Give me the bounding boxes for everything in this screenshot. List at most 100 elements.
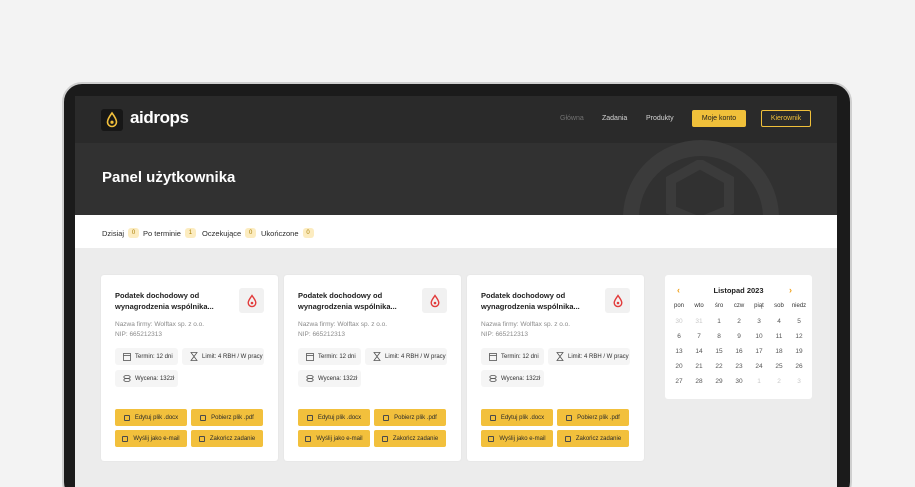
mail-icon: [488, 435, 495, 442]
calendar-day[interactable]: 29: [709, 376, 729, 387]
calendar-day[interactable]: 16: [729, 346, 749, 357]
calendar-day[interactable]: 2: [769, 376, 789, 387]
deadline-text: Termin: 12 dni: [135, 353, 173, 360]
drop-icon[interactable]: [101, 109, 123, 131]
download-icon: [200, 414, 207, 421]
edit-icon: [123, 414, 130, 421]
filter-pending[interactable]: Oczekujące 0: [202, 228, 257, 238]
calendar-weekday: czw: [733, 303, 745, 309]
edit-icon: [306, 414, 313, 421]
my-account-button[interactable]: Moje konto: [692, 110, 746, 127]
nav-link-products[interactable]: Produkty: [646, 115, 674, 122]
calendar-day[interactable]: 27: [669, 376, 689, 387]
limit-text: Limit: 4 RBH / W pracy: [202, 353, 263, 360]
task-title[interactable]: Podatek dochodowy od wynagrodzenia wspól…: [481, 290, 601, 312]
download-pdf-button[interactable]: Pobierz plik .pdf: [557, 409, 629, 426]
calendar-day[interactable]: 30: [669, 316, 689, 327]
calendar-weekday: niedz: [791, 303, 807, 309]
calendar-day[interactable]: 1: [709, 316, 729, 327]
calendar-month-title: Listopad 2023: [713, 286, 764, 295]
nav-link-tasks[interactable]: Zadania: [602, 115, 627, 122]
calendar-day[interactable]: 24: [749, 361, 769, 372]
calendar-day[interactable]: 9: [729, 331, 749, 342]
drop-icon: [422, 288, 447, 313]
check-icon: [198, 435, 205, 442]
button-label: Zakończ zadanie: [575, 435, 622, 442]
calendar-day[interactable]: 28: [689, 376, 709, 387]
calendar-day[interactable]: 15: [709, 346, 729, 357]
chevron-left-icon[interactable]: ‹: [677, 285, 680, 295]
page-title: Panel użytkownika: [102, 169, 236, 186]
calendar-day[interactable]: 19: [789, 346, 809, 357]
calendar-day[interactable]: 10: [749, 331, 769, 342]
company-nip: NIP: 665212313: [298, 331, 345, 338]
edit-icon: [489, 414, 496, 421]
calendar-day[interactable]: 31: [689, 316, 709, 327]
nav-link-home[interactable]: Główna: [560, 115, 584, 122]
calendar-day[interactable]: 1: [749, 376, 769, 387]
button-label: Wyślij jako e-mail: [499, 435, 546, 442]
calendar-day[interactable]: 2: [729, 316, 749, 327]
calendar-day[interactable]: 12: [789, 331, 809, 342]
company-nip: NIP: 665212313: [115, 331, 162, 338]
coins-icon: [489, 374, 497, 383]
calendar-day[interactable]: 17: [749, 346, 769, 357]
limit-text: Limit: 4 RBH / W pracy: [385, 353, 446, 360]
deadline-tag: Termin: 12 dni: [298, 348, 361, 365]
mail-icon: [122, 435, 129, 442]
button-label: Wyślij jako e-mail: [316, 435, 363, 442]
calendar-day[interactable]: 18: [769, 346, 789, 357]
download-pdf-button[interactable]: Pobierz plik .pdf: [374, 409, 446, 426]
calendar-day[interactable]: 26: [789, 361, 809, 372]
calendar-day[interactable]: 8: [709, 331, 729, 342]
calendar-weekday: śro: [714, 303, 724, 309]
send-email-button[interactable]: Wyślij jako e-mail: [481, 430, 553, 447]
task-card: Podatek dochodowy od wynagrodzenia wspól…: [101, 275, 278, 461]
calendar-day[interactable]: 5: [789, 316, 809, 327]
filter-overdue[interactable]: Po terminie 1: [143, 228, 196, 238]
hero-header: aidrops Główna Zadania Produkty Moje kon…: [75, 96, 837, 215]
drop-icon: [605, 288, 630, 313]
filter-label: Oczekujące: [202, 228, 242, 238]
calendar-day[interactable]: 14: [689, 346, 709, 357]
filter-today[interactable]: Dzisiaj 0: [102, 228, 140, 238]
task-title[interactable]: Podatek dochodowy od wynagrodzenia wspól…: [298, 290, 418, 312]
calendar-day[interactable]: 7: [689, 331, 709, 342]
edit-docx-button[interactable]: Edytuj plik .docx: [481, 409, 553, 426]
finish-task-button[interactable]: Zakończ zadanie: [557, 430, 629, 447]
calendar-day[interactable]: 21: [689, 361, 709, 372]
calendar-day[interactable]: 13: [669, 346, 689, 357]
calendar-weekday: sob: [774, 303, 784, 309]
filter-completed[interactable]: Ukończone 0: [261, 228, 314, 238]
hexagon-decoration: [666, 160, 734, 215]
edit-docx-button[interactable]: Edytuj plik .docx: [298, 409, 370, 426]
valuation-tag: Wycena: 132zł: [115, 370, 178, 387]
calendar-day[interactable]: 4: [769, 316, 789, 327]
app-screen: aidrops Główna Zadania Produkty Moje kon…: [75, 96, 837, 487]
button-label: Edytuj plik .docx: [134, 414, 179, 421]
calendar-day[interactable]: 30: [729, 376, 749, 387]
calendar-day[interactable]: 3: [749, 316, 769, 327]
calendar-day[interactable]: 3: [789, 376, 809, 387]
chevron-right-icon[interactable]: ›: [789, 285, 792, 295]
send-email-button[interactable]: Wyślij jako e-mail: [115, 430, 187, 447]
calendar-day[interactable]: 25: [769, 361, 789, 372]
calendar-day[interactable]: 22: [709, 361, 729, 372]
send-email-button[interactable]: Wyślij jako e-mail: [298, 430, 370, 447]
edit-docx-button[interactable]: Edytuj plik .docx: [115, 409, 187, 426]
calendar-widget: ‹ Listopad 2023 › pon wto śro czw piąt sob nie…: [665, 275, 812, 399]
logo-text[interactable]: aidrops: [130, 108, 189, 128]
calendar-day[interactable]: 23: [729, 361, 749, 372]
finish-task-button[interactable]: Zakończ zadanie: [374, 430, 446, 447]
calendar-icon: [306, 353, 314, 361]
task-title[interactable]: Podatek dochodowy od wynagrodzenia wspól…: [115, 290, 235, 312]
calendar-day[interactable]: 11: [769, 331, 789, 342]
manager-button[interactable]: Kierownik: [761, 110, 811, 127]
calendar-day[interactable]: 20: [669, 361, 689, 372]
download-pdf-button[interactable]: Pobierz plik .pdf: [191, 409, 263, 426]
finish-task-button[interactable]: Zakończ zadanie: [191, 430, 263, 447]
coins-icon: [123, 374, 131, 383]
filter-label: Ukończone: [261, 228, 299, 238]
hourglass-icon: [190, 352, 198, 361]
calendar-day[interactable]: 6: [669, 331, 689, 342]
